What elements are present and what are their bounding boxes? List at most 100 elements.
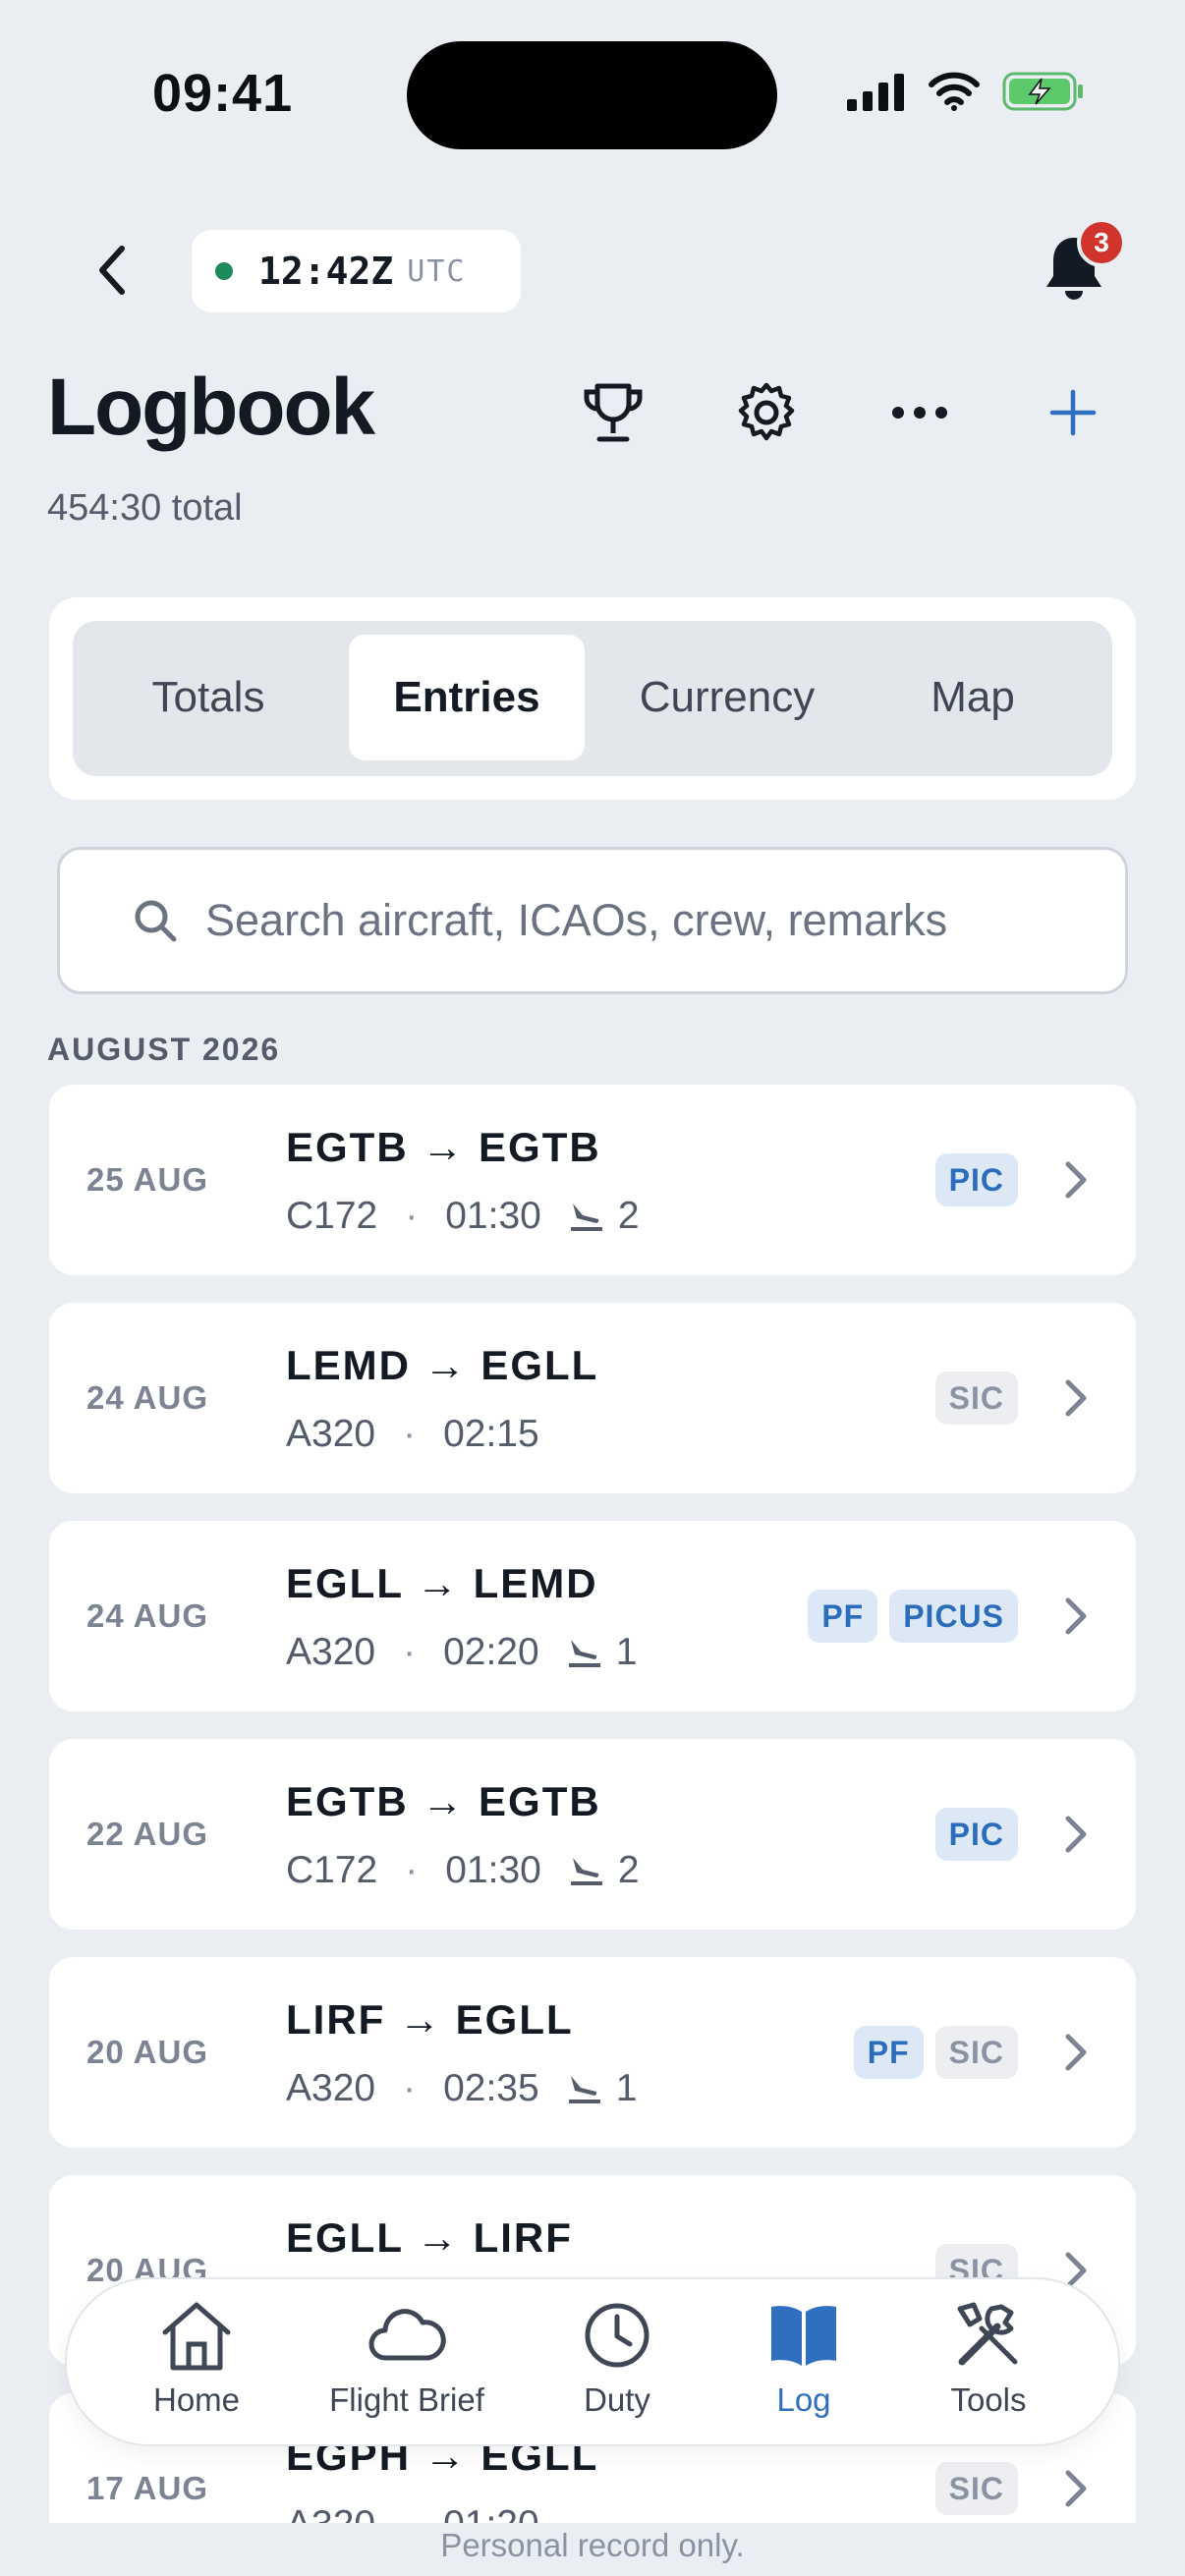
landing-icon [570,1204,602,1231]
entry-date: 22 AUG [86,1816,208,1852]
entry-duration: 01:30 [445,1195,541,1237]
cellular-signal-icon [847,74,904,111]
chevron-right-icon [1065,1597,1087,1635]
entry-landings: 2 [617,1195,640,1237]
tab-map[interactable]: Map [870,635,1076,760]
entry-meta: A320 · 02:35 1 [286,2067,638,2109]
home-icon [162,2302,231,2371]
chevron-right-icon [1065,1161,1087,1199]
entry-route: EGTB → EGTB [286,1778,601,1824]
nav-duty[interactable]: Duty [519,2299,715,2436]
entry-route: EGLL → LIRF [286,2214,573,2261]
role-badge: PIC [934,1808,1018,1861]
entry-landings: 1 [615,2067,638,2109]
nav-tools[interactable]: Tools [890,2299,1087,2436]
entry-aircraft: A320 [286,2067,376,2109]
tab-currency[interactable]: Currency [604,635,850,760]
entry-route: EGTB → EGTB [286,1124,601,1170]
landing-icon [568,1640,600,1667]
nav-log[interactable]: Log [705,2299,902,2436]
cloud-icon [368,2309,446,2361]
entry-aircraft: A320 [286,1413,376,1455]
entry-date: 25 AUG [86,1161,208,1198]
month-section-header: AUGUST 2026 [47,1032,281,1067]
notification-count-badge: 3 [1077,218,1126,267]
role-badge: SIC [934,2462,1018,2515]
entry-route: LEMD → EGLL [286,1342,599,1388]
logbook-entry-row[interactable]: 22 AUG EGTB → EGTB C172 · 01:30 2 PIC [49,1739,1136,1930]
nav-label: Duty [584,2381,650,2418]
entry-duration: 01:30 [445,1849,541,1891]
gear-icon [738,382,795,441]
role-badge: PICUS [889,1590,1018,1643]
entry-aircraft: C172 [286,1195,378,1237]
nav-label: Flight Brief [329,2381,484,2418]
nav-label: Log [776,2381,831,2418]
role-badge: SIC [934,1372,1018,1425]
entry-meta: A320 · 02:20 1 [286,1631,638,1673]
nav-label: Tools [950,2381,1027,2418]
logbook-entry-row[interactable]: 25 AUG EGTB → EGTB C172 · 01:30 2 PIC [49,1085,1136,1275]
entry-route: EGLL → LEMD [286,1560,598,1606]
nav-label: Home [152,2381,241,2418]
more-horizontal-icon [892,407,947,419]
logbook-entry-row[interactable]: 20 AUG LIRF → EGLL A320 · 02:35 1 PF SIC [49,1957,1136,2148]
entry-duration: 02:35 [443,2067,539,2109]
entry-date: 24 AUG [86,1379,208,1416]
search-placeholder: Search aircraft, ICAOs, crew, remarks [205,895,948,945]
trophy-icon [584,383,643,442]
entry-aircraft: C172 [286,1849,378,1891]
back-chevron-icon[interactable] [88,241,138,300]
dynamic-island [407,41,777,149]
role-badge: PF [808,1590,878,1643]
entry-duration: 02:20 [443,1631,539,1673]
chevron-right-icon [1065,1816,1087,1853]
online-status-dot [215,262,233,280]
entry-aircraft: A320 [286,1631,376,1673]
landing-icon [568,2076,600,2103]
nav-flight-brief[interactable]: Flight Brief [309,2299,505,2436]
entry-duration: 02:15 [443,1413,539,1455]
book-icon [771,2306,836,2366]
utc-time: 12:42Z [258,250,394,293]
entry-landings: 2 [617,1849,640,1891]
entry-route: LIRF → EGLL [286,1996,574,2043]
search-icon [135,900,177,942]
utc-clock: 12:42Z UTC [192,230,521,312]
tab-entries[interactable]: Entries [349,635,585,760]
logbook-entry-row[interactable]: 24 AUG LEMD → EGLL A320 · 02:15 SIC [49,1303,1136,1493]
plus-icon [1049,389,1097,436]
role-badge: PF [853,2026,924,2079]
wifi-icon [929,72,980,111]
segmented-control: Totals Entries Currency Map [73,621,1112,776]
settings-button[interactable] [727,373,806,452]
entry-landings: 1 [615,1631,638,1673]
add-entry-button[interactable] [1034,373,1112,452]
role-badge: SIC [934,2026,1018,2079]
clock-icon [585,2303,649,2368]
entry-meta: C172 · 01:30 2 [286,1849,640,1891]
tab-totals[interactable]: Totals [92,635,324,760]
view-switcher: Totals Entries Currency Map [49,597,1136,800]
nav-home[interactable]: Home [98,2299,295,2436]
role-badge: PIC [934,1153,1018,1206]
achievements-button[interactable] [574,373,652,452]
more-options-button[interactable] [880,373,959,452]
tools-icon [957,2302,1018,2366]
entry-date: 20 AUG [86,2034,208,2070]
status-icons [845,71,1085,112]
logbook-entry-row[interactable]: 24 AUG EGLL → LEMD A320 · 02:20 1 PF PIC… [49,1521,1136,1711]
landing-icon [570,1858,602,1885]
footer-disclaimer: Personal record only. [440,2527,745,2563]
search-input[interactable]: Search aircraft, ICAOs, crew, remarks [57,847,1128,994]
bottom-tab-bar: Home Flight Brief Duty Log Tools [65,2277,1120,2446]
status-time: 09:41 [152,64,294,123]
battery-charging-icon [1002,72,1083,111]
entry-date: 24 AUG [86,1597,208,1634]
entry-meta: C172 · 01:30 2 [286,1195,640,1237]
chevron-right-icon [1065,1379,1087,1417]
entry-meta: A320 · 02:15 [286,1413,539,1455]
chevron-right-icon [1065,2034,1087,2071]
utc-label: UTC [407,253,467,289]
page-title: Logbook [47,363,375,452]
